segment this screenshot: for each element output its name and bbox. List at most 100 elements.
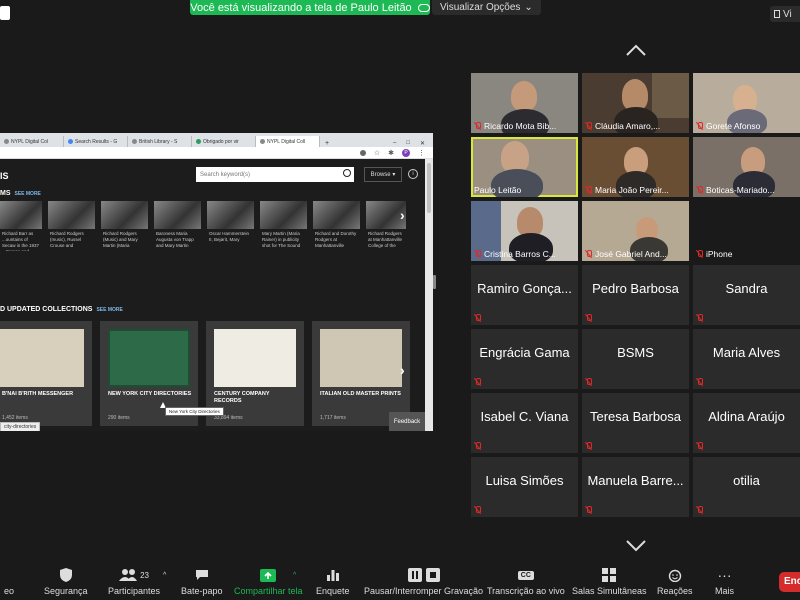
participant-tile[interactable]: BSMS	[582, 329, 689, 389]
profile-avatar[interactable]: P	[402, 148, 410, 157]
ellipsis-icon: ···	[717, 567, 732, 583]
participant-tile[interactable]: Isabel C. Viana	[471, 393, 578, 453]
see-more-link[interactable]: SEE MORE	[15, 191, 41, 197]
item-card[interactable]: Richard and Dorothy Rodgers at Manhattan…	[313, 201, 360, 251]
item-card[interactable]: Baroness Maria Augusta von Trapp and Mar…	[154, 201, 201, 251]
browse-button[interactable]: Browse ▾	[364, 167, 402, 182]
item-card[interactable]: Mary Martin (Maria Rainer) in publicity …	[260, 201, 307, 251]
participants-button[interactable]: 23 Participantes	[108, 562, 160, 600]
close-icon[interactable]: ✕	[420, 140, 425, 147]
gallery-down-icon[interactable]	[626, 540, 646, 552]
participant-name: Boticas-Mariado...	[706, 185, 775, 195]
search-icon[interactable]	[343, 169, 351, 177]
carousel-next-icon[interactable]: ›	[400, 207, 414, 223]
poll-button[interactable]: Enquete	[316, 562, 350, 600]
participant-tile[interactable]: Sandra	[693, 265, 800, 325]
more-button[interactable]: ··· Mais	[715, 562, 734, 600]
closed-captions-icon: CC	[517, 568, 535, 582]
muted-mic-icon	[585, 442, 592, 450]
window-menu-icon[interactable]	[0, 6, 10, 20]
item-card[interactable]: Richard Rodgers (Music) and Mary Martin …	[101, 201, 148, 251]
new-tab-button[interactable]: +	[320, 140, 334, 147]
participant-tile[interactable]: Engrácia Gama	[471, 329, 578, 389]
share-screen-button[interactable]: Compartilhar tela	[234, 562, 303, 600]
section-heading-items: MS SEE MORE	[0, 190, 41, 197]
browser-tab[interactable]: Search Results - G	[64, 136, 128, 147]
participant-tile[interactable]: Maria Alves	[693, 329, 800, 389]
globe-icon	[260, 139, 265, 144]
chat-button[interactable]: Bate-papo	[181, 562, 223, 600]
share-caret-icon[interactable]: ^	[293, 572, 296, 579]
end-meeting-button[interactable]: Enc	[779, 572, 800, 592]
maximize-icon[interactable]: □	[406, 140, 410, 147]
participant-video-tile[interactable]: José Gabriel And...	[582, 201, 689, 261]
chat-icon	[193, 568, 211, 582]
participant-video-tile[interactable]: Paulo Leitão	[471, 137, 578, 197]
star-icon[interactable]: ☆	[374, 149, 380, 157]
tooltip: New York City Directories	[165, 407, 224, 416]
cloud-icon	[417, 3, 430, 12]
browser-tab[interactable]: NYPL Digital Col	[0, 136, 64, 147]
participant-tile[interactable]: Aldina Araújo	[693, 393, 800, 453]
participant-tile[interactable]: Teresa Barbosa	[582, 393, 689, 453]
split-resize-handle[interactable]	[433, 275, 436, 289]
participant-name: Isabel C. Viana	[480, 409, 569, 424]
google-icon	[68, 139, 73, 144]
participant-tile[interactable]: Pedro Barbosa	[582, 265, 689, 325]
item-card[interactable]: Richard Rodgers (music), Russel Crouse a…	[48, 201, 95, 251]
breakout-rooms-button[interactable]: Salas Simultâneas	[572, 562, 647, 600]
participant-video-tile[interactable]: Cristina Barros C...	[471, 201, 578, 261]
video-button[interactable]: eo	[0, 562, 18, 600]
grid-icon	[774, 10, 780, 18]
section-heading-collections: D UPDATED COLLECTIONS SEE MORE	[0, 306, 123, 313]
info-icon[interactable]: i	[408, 169, 418, 179]
participant-name: Cláudia Amaro,...	[595, 121, 661, 131]
participant-video-tile[interactable]: Boticas-Mariado...	[693, 137, 800, 197]
gallery-up-icon[interactable]	[626, 44, 646, 56]
participant-tile[interactable]: iPhone	[693, 201, 800, 261]
participant-video-tile[interactable]: Ricardo Mota Bib...	[471, 73, 578, 133]
participant-name: Cristina Barros C...	[484, 249, 556, 259]
item-card[interactable]: Oscar Hammerstein II, Bejørit, Mary	[207, 201, 254, 251]
collection-card[interactable]: ITALIAN OLD MASTER PRINTS 1,717 items	[312, 321, 410, 426]
carousel-next-icon[interactable]: ›	[400, 362, 414, 378]
collection-card[interactable]: B'NAI B'RITH MESSENGER 1,452 items	[0, 321, 92, 426]
see-more-link[interactable]: SEE MORE	[96, 307, 122, 313]
participant-tile[interactable]: Ramiro Gonça...	[471, 265, 578, 325]
participant-name: José Gabriel And...	[595, 249, 667, 259]
recording-button[interactable]: Pausar/Interromper Gravação	[364, 562, 483, 600]
browser-tab[interactable]: Obrigado por vir	[192, 136, 256, 147]
participant-tile[interactable]: otilia	[693, 457, 800, 517]
participant-tile[interactable]: Manuela Barre...	[582, 457, 689, 517]
participant-video-tile[interactable]: Maria João Pereir...	[582, 137, 689, 197]
item-card[interactable]: Richard Barr as ...ountains of Secaw in …	[0, 201, 42, 251]
participant-video-tile[interactable]: Cláudia Amaro,...	[582, 73, 689, 133]
scrollbar-thumb[interactable]	[427, 163, 431, 213]
feedback-button[interactable]: Feedback	[389, 412, 425, 431]
chevron-down-icon: ⌄	[524, 2, 533, 13]
muted-mic-icon	[696, 186, 703, 194]
browser-tab-active[interactable]: NYPL Digital Coll	[256, 136, 320, 147]
browser-menu-icon[interactable]: ⋮	[418, 149, 425, 157]
extension-icon[interactable]	[359, 149, 366, 156]
muted-mic-icon	[474, 250, 481, 258]
shared-screen[interactable]: NYPL Digital Col Search Results - G Brit…	[0, 133, 433, 431]
page-scrollbar[interactable]	[425, 159, 433, 431]
participant-name: Maria João Pereir...	[595, 185, 669, 195]
view-button[interactable]: Vi	[770, 6, 800, 22]
participant-tile[interactable]: Luisa Simões	[471, 457, 578, 517]
view-options-button[interactable]: Visualizar Opções ⌄	[432, 0, 541, 15]
collection-thumbnail	[0, 329, 84, 387]
security-button[interactable]: Segurança	[44, 562, 88, 600]
participants-caret-icon[interactable]: ^	[163, 572, 166, 579]
muted-mic-icon	[585, 250, 592, 258]
minimize-icon[interactable]: –	[393, 140, 396, 147]
puzzle-icon[interactable]: ✱	[388, 149, 394, 157]
share-banner-text: Você está visualizando a tela de Paulo L…	[190, 1, 412, 14]
video-icon	[0, 568, 18, 582]
reactions-button[interactable]: Reações	[657, 562, 693, 600]
live-transcript-button[interactable]: CC Transcrição ao vivo	[487, 562, 565, 600]
browser-tab[interactable]: British Library - S	[128, 136, 192, 147]
participant-video-tile[interactable]: Gorete Afonso	[693, 73, 800, 133]
search-input[interactable]: Search keyword(s)	[196, 167, 354, 182]
